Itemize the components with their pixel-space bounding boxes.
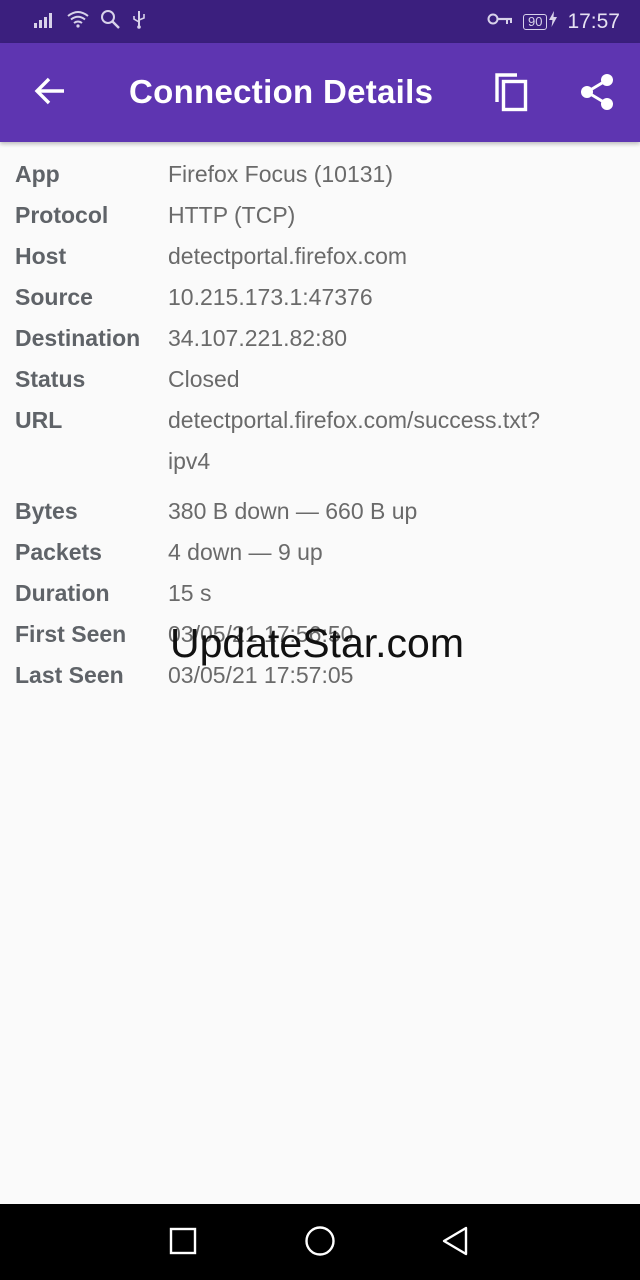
status-bar: 90 17:57 bbox=[0, 0, 640, 43]
detail-label: Source bbox=[15, 284, 93, 310]
home-button[interactable] bbox=[303, 1225, 337, 1262]
detail-label: Protocol bbox=[15, 202, 109, 228]
detail-value: 4 down — 9 up bbox=[168, 539, 323, 565]
back-button[interactable] bbox=[28, 71, 72, 115]
detail-value: 34.107.221.82:80 bbox=[168, 325, 348, 351]
detail-label: Status bbox=[15, 366, 86, 392]
back-triangle-icon bbox=[440, 1225, 470, 1262]
detail-value: detectportal.firefox.com bbox=[168, 243, 408, 269]
recents-square-icon bbox=[169, 1227, 197, 1260]
vpn-key-icon bbox=[487, 12, 513, 31]
share-button[interactable] bbox=[574, 71, 620, 117]
detail-label: Packets bbox=[15, 539, 102, 565]
detail-value: HTTP (TCP) bbox=[168, 202, 296, 228]
status-time: 17:57 bbox=[567, 9, 620, 33]
app-bar: Connection Details bbox=[0, 43, 640, 142]
copy-button[interactable] bbox=[488, 71, 534, 117]
detail-label: Duration bbox=[15, 580, 110, 606]
detail-value: 15 s bbox=[168, 580, 212, 606]
usb-icon bbox=[132, 9, 146, 34]
battery-icon: 90 bbox=[522, 11, 558, 32]
detail-label: Last Seen bbox=[15, 662, 124, 688]
home-circle-icon bbox=[304, 1225, 336, 1262]
watermark: UpdateStar.com bbox=[170, 620, 464, 666]
charging-icon bbox=[549, 11, 558, 32]
detail-value-continued: ipv4 bbox=[168, 448, 211, 474]
recents-button[interactable] bbox=[166, 1226, 200, 1260]
detail-label: Host bbox=[15, 243, 67, 269]
nav-back-button[interactable] bbox=[438, 1226, 472, 1260]
wifi-icon bbox=[66, 10, 90, 33]
detail-value: 10.215.173.1:47376 bbox=[168, 284, 373, 310]
detail-value: 380 B down — 660 B up bbox=[168, 498, 418, 524]
navigation-bar bbox=[0, 1204, 640, 1280]
status-icons-right: 90 17:57 bbox=[487, 10, 620, 34]
detail-label: URL bbox=[15, 407, 63, 433]
detail-label: Destination bbox=[15, 325, 141, 351]
detail-value: Firefox Focus (10131) bbox=[168, 161, 393, 187]
share-icon bbox=[579, 73, 615, 116]
status-icons-left bbox=[34, 9, 146, 34]
detail-value: detectportal.firefox.com/success.txt? bbox=[168, 407, 540, 433]
arrow-back-icon bbox=[34, 77, 66, 110]
detail-label: First Seen bbox=[15, 621, 127, 647]
battery-level: 90 bbox=[522, 13, 548, 30]
detail-value: Closed bbox=[168, 366, 240, 392]
copy-icon bbox=[493, 72, 529, 117]
detail-label: Bytes bbox=[15, 498, 78, 524]
search-icon bbox=[100, 9, 122, 34]
detail-label: App bbox=[15, 161, 60, 187]
page-title: Connection Details bbox=[129, 73, 434, 110]
signal-icon bbox=[34, 10, 56, 33]
